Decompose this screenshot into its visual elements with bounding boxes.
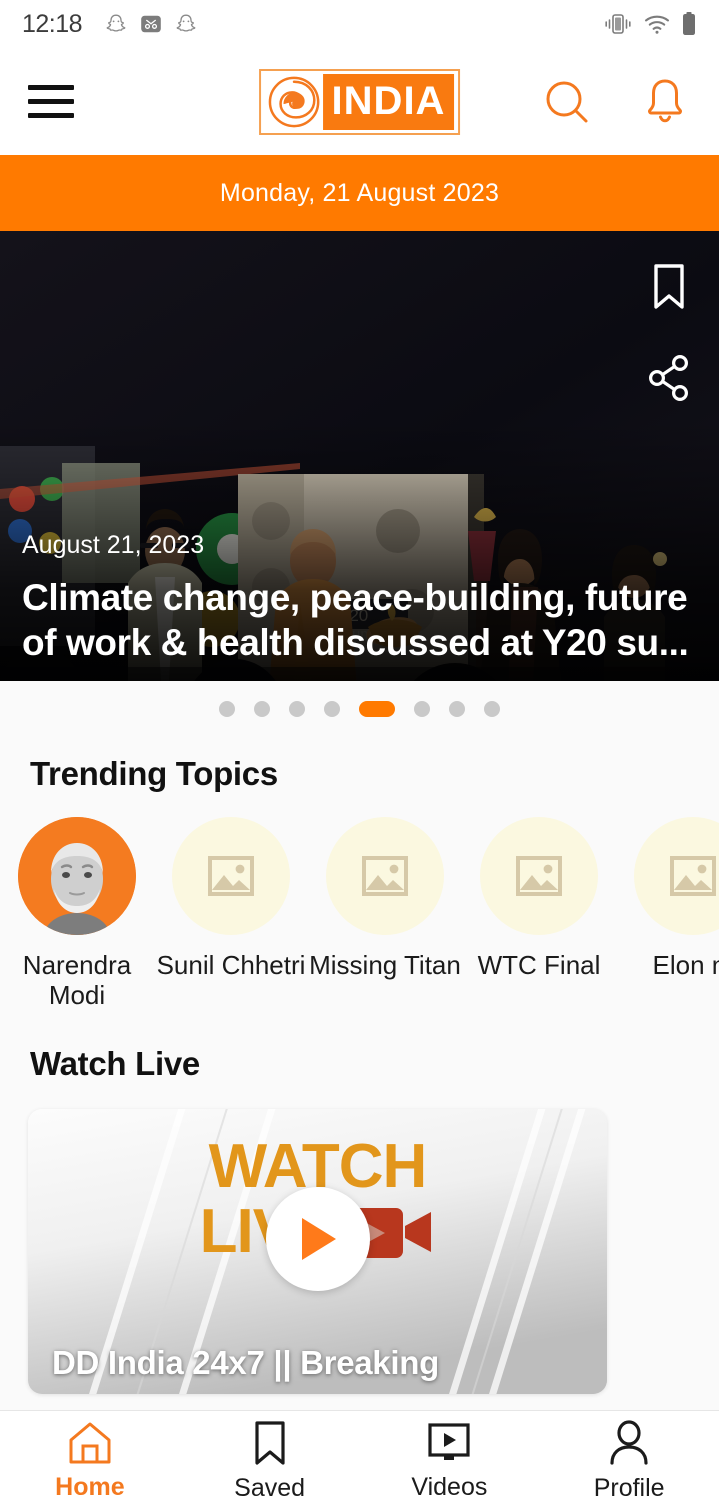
dd-swirl-icon bbox=[268, 76, 319, 127]
bottom-navigation-bar: Home Saved Videos Profile bbox=[0, 1410, 719, 1511]
portrait-photo bbox=[18, 817, 136, 935]
status-bar-time: 12:18 bbox=[22, 9, 83, 38]
trending-topic-item[interactable]: Sunil Chhetri bbox=[154, 817, 308, 1011]
avatar bbox=[18, 817, 136, 935]
watch-live-caption: DD India 24x7 || Breaking bbox=[52, 1343, 439, 1381]
bookmark-icon[interactable] bbox=[647, 261, 691, 313]
play-button[interactable] bbox=[265, 1186, 370, 1291]
avatar bbox=[480, 817, 598, 935]
carousel-dot[interactable] bbox=[449, 701, 465, 717]
nav-item-videos[interactable]: Videos bbox=[360, 1421, 540, 1502]
watch-live-title: Watch Live bbox=[30, 1044, 200, 1082]
carousel-dot[interactable] bbox=[289, 701, 305, 717]
nav-label-home: Home bbox=[55, 1472, 125, 1501]
date-banner-text: Monday, 21 August 2023 bbox=[219, 178, 500, 207]
nav-item-home[interactable]: Home bbox=[0, 1421, 180, 1502]
trending-topic-item[interactable]: Elon m bbox=[616, 817, 719, 1011]
bookmark-icon bbox=[255, 1420, 285, 1465]
nav-item-profile[interactable]: Profile bbox=[539, 1419, 719, 1503]
nav-label-saved: Saved bbox=[234, 1473, 306, 1502]
trending-topic-label: WTC Final bbox=[477, 950, 601, 980]
carousel-pagination[interactable] bbox=[0, 681, 719, 737]
carousel-dot[interactable] bbox=[484, 701, 500, 717]
avatar bbox=[172, 817, 290, 935]
image-placeholder-icon bbox=[362, 856, 408, 896]
carousel-dot[interactable] bbox=[414, 701, 430, 717]
carousel-dot-active[interactable] bbox=[359, 701, 395, 717]
image-placeholder-icon bbox=[208, 856, 254, 896]
status-bar: 12:18 bbox=[0, 0, 719, 48]
carousel-dot[interactable] bbox=[219, 701, 235, 717]
app-logo[interactable]: INDIA bbox=[258, 68, 461, 135]
search-icon[interactable] bbox=[539, 74, 595, 130]
hero-headline: Climate change, peace-building, future o… bbox=[22, 577, 689, 663]
trending-topics-list[interactable]: Narendra Modi Sunil Chhetri Missing Tita… bbox=[0, 793, 719, 1011]
hero-text-block: August 21, 2023 Climate change, peace-bu… bbox=[22, 531, 701, 665]
nav-item-saved[interactable]: Saved bbox=[180, 1420, 360, 1503]
watch-live-video-card[interactable]: WATCH LIVE DD India 24x7 || Breaking bbox=[28, 1108, 607, 1394]
battery-icon bbox=[683, 12, 695, 35]
hamburger-menu-icon[interactable] bbox=[28, 85, 74, 118]
logo-text: INDIA bbox=[322, 73, 455, 130]
person-icon bbox=[610, 1419, 648, 1465]
video-player-icon bbox=[428, 1422, 470, 1460]
trending-topic-label: Narendra Modi bbox=[22, 950, 132, 1010]
snapchat-icon bbox=[176, 14, 196, 32]
vibrate-icon bbox=[605, 14, 631, 34]
trending-topic-label: Sunil Chhetri bbox=[156, 950, 306, 980]
avatar bbox=[634, 817, 719, 935]
trending-topic-item[interactable]: Narendra Modi bbox=[0, 817, 154, 1011]
trending-topic-item[interactable]: WTC Final bbox=[462, 817, 616, 1011]
trending-topic-item[interactable]: Missing Titan bbox=[308, 817, 462, 1011]
image-placeholder-icon bbox=[670, 856, 716, 896]
hero-date: August 21, 2023 bbox=[22, 531, 205, 560]
nav-label-videos: Videos bbox=[411, 1472, 488, 1501]
trending-topic-label: Elon m bbox=[652, 950, 719, 980]
share-icon[interactable] bbox=[647, 355, 691, 401]
home-icon bbox=[69, 1422, 111, 1463]
hero-article-card[interactable]: Y20 ummit bbox=[0, 231, 719, 681]
app-header-actions bbox=[539, 74, 691, 130]
date-banner: Monday, 21 August 2023 bbox=[0, 155, 719, 231]
app-header: INDIA bbox=[0, 48, 719, 155]
carousel-dot[interactable] bbox=[254, 701, 270, 717]
snapchat-cut-icon bbox=[141, 15, 161, 33]
bell-icon[interactable] bbox=[639, 74, 691, 130]
nav-label-profile: Profile bbox=[593, 1473, 665, 1502]
status-bar-notification-icons bbox=[104, 12, 198, 36]
status-bar-system-icons bbox=[603, 11, 697, 37]
carousel-dot[interactable] bbox=[324, 701, 340, 717]
trending-topics-title: Trending Topics bbox=[30, 755, 278, 792]
snapchat-icon bbox=[106, 14, 126, 32]
trending-topic-label: Missing Titan bbox=[309, 950, 461, 980]
wifi-icon bbox=[644, 15, 670, 34]
hero-action-buttons bbox=[647, 261, 691, 401]
image-placeholder-icon bbox=[516, 856, 562, 896]
play-icon bbox=[301, 1217, 336, 1260]
avatar bbox=[326, 817, 444, 935]
